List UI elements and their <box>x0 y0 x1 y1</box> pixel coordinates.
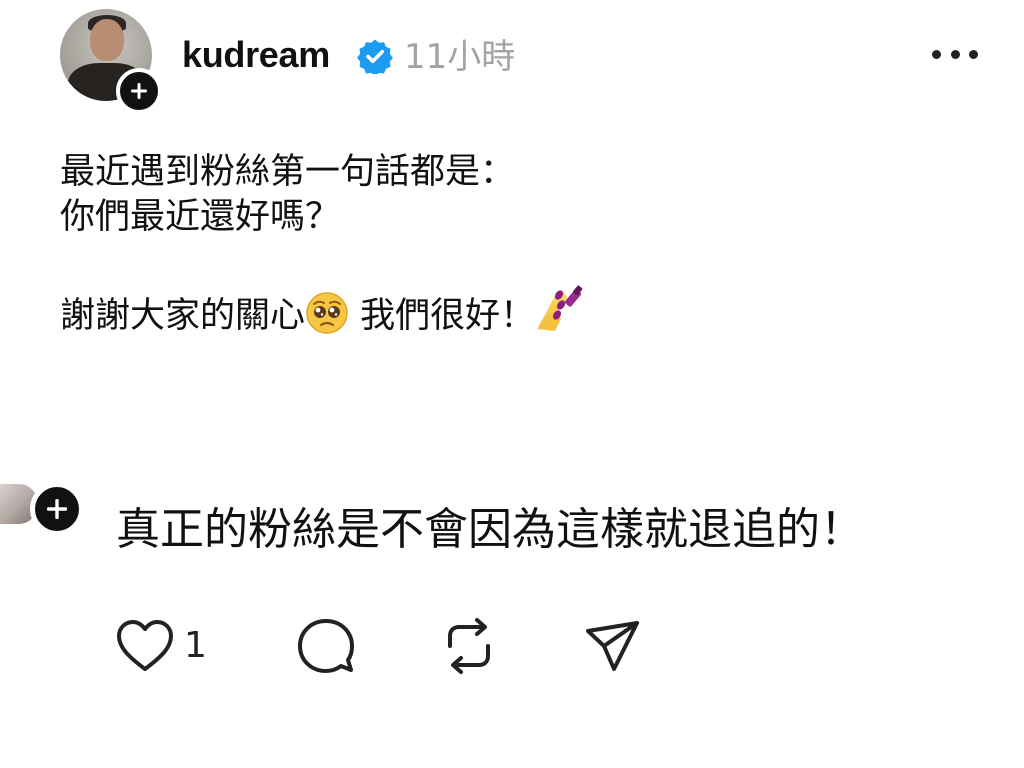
pleading-face-icon <box>306 292 348 334</box>
more-horizontal-icon[interactable] <box>932 44 978 64</box>
heart-icon <box>117 620 173 671</box>
share-button[interactable] <box>584 616 642 676</box>
reply-follow-button[interactable] <box>30 482 84 536</box>
like-button[interactable]: 1 <box>114 616 207 676</box>
plus-icon <box>47 499 67 519</box>
post-line: 最近遇到粉絲第一句話都是： <box>60 152 516 192</box>
nail-polish-icon <box>537 285 583 331</box>
plus-icon <box>131 83 147 99</box>
comment-icon <box>298 619 354 673</box>
post-body: 最近遇到粉絲第一句話都是： 你們最近還好嗎？ 謝謝大家的關心 我們很好！ <box>60 150 960 339</box>
reply-text: 真正的粉絲是不會因為這樣就退追的！ <box>116 504 864 555</box>
like-count: 1 <box>184 625 207 666</box>
more-dot <box>969 49 978 59</box>
more-dot <box>950 49 960 59</box>
send-icon <box>586 621 639 671</box>
follow-button[interactable] <box>116 68 162 114</box>
comment-button[interactable] <box>296 616 356 676</box>
author-username[interactable]: kudream <box>182 33 330 77</box>
repost-button[interactable] <box>440 616 498 676</box>
post-line-text: 我們很好！ <box>360 296 536 336</box>
threads-post: kudream 11小時 最近遇到粉絲第一句話都是： 你們最近還好嗎？ 謝謝大家… <box>0 0 1024 768</box>
repost-icon <box>448 618 490 674</box>
post-timestamp: 11小時 <box>404 37 516 77</box>
avatar-head <box>90 19 124 61</box>
post-line: 謝謝大家的關心 我們很好！ <box>60 285 960 339</box>
post-line-text: 謝謝大家的關心 <box>60 296 306 336</box>
post-line-text <box>349 296 360 336</box>
more-dot <box>932 49 941 59</box>
post-line: 你們最近還好嗎？ <box>60 197 341 237</box>
verified-badge-icon <box>357 39 393 74</box>
post-line <box>60 240 960 285</box>
